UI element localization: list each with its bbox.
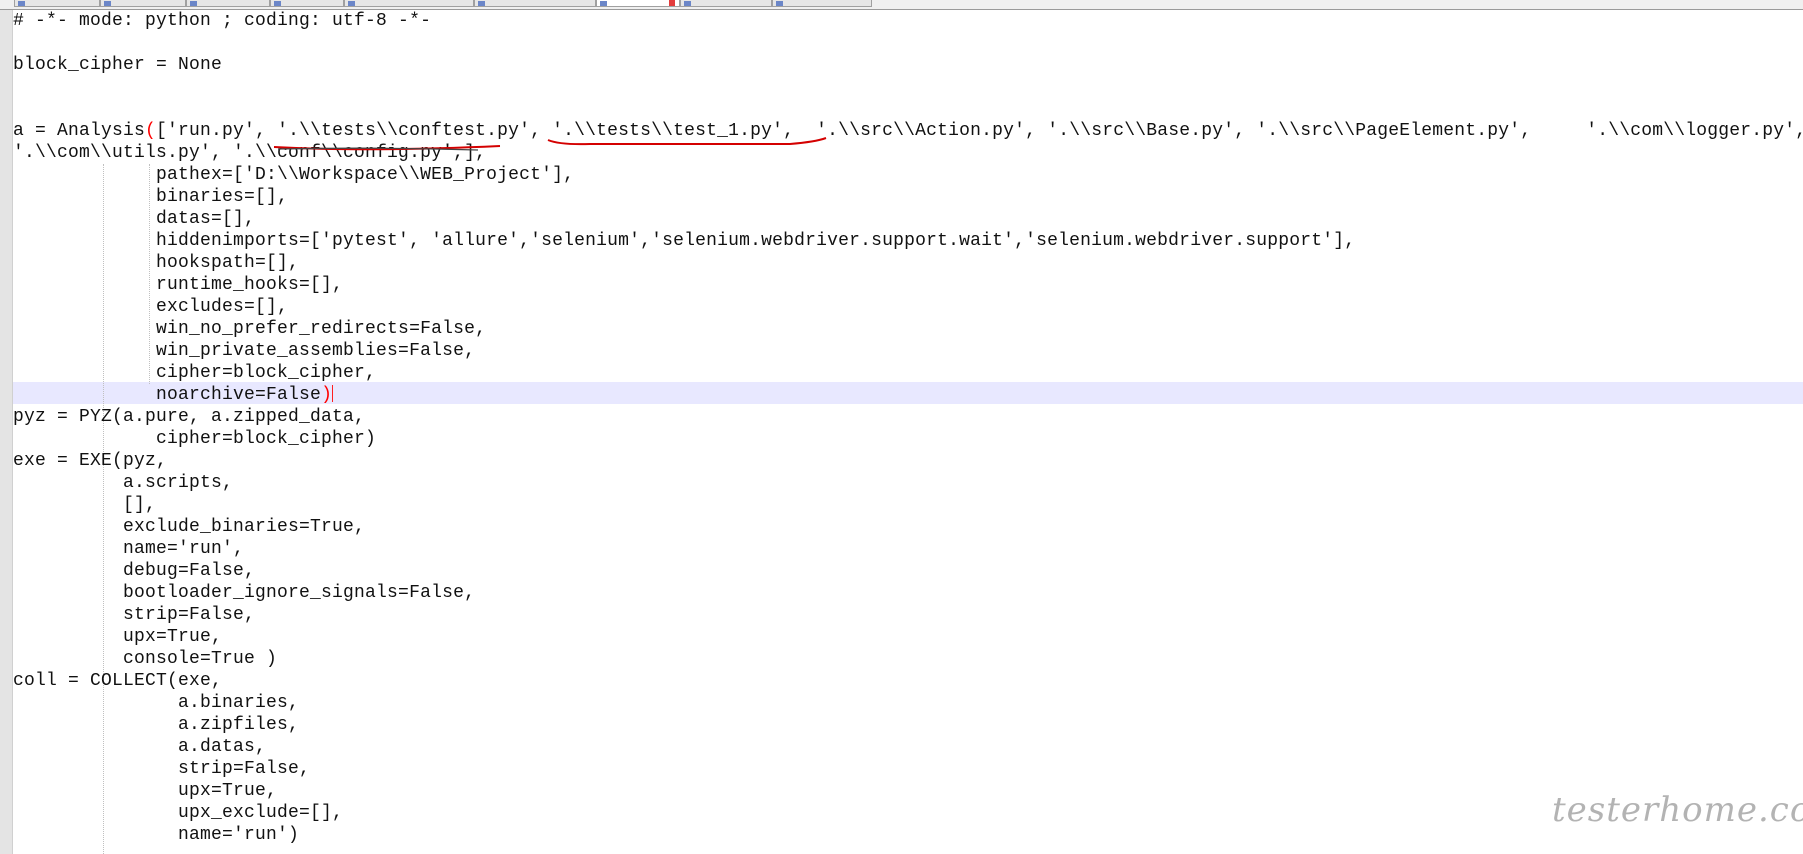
file-icon	[18, 1, 25, 6]
underline-test-1	[547, 137, 827, 146]
file-tab[interactable]	[344, 0, 474, 7]
file-tab[interactable]	[186, 0, 270, 7]
file-icon	[600, 1, 607, 6]
file-tab-active[interactable]	[596, 0, 680, 7]
file-tab[interactable]	[680, 0, 772, 7]
file-tab[interactable]	[100, 0, 186, 7]
file-icon	[104, 1, 111, 6]
file-icon	[776, 1, 783, 6]
watermark: testerhome.com	[1552, 790, 1803, 830]
file-tab[interactable]	[14, 0, 100, 7]
file-icon	[274, 1, 281, 6]
file-icon	[348, 1, 355, 6]
file-tab[interactable]	[474, 0, 596, 7]
file-icon	[478, 1, 485, 6]
modified-file-icon	[669, 0, 675, 6]
file-tab[interactable]	[772, 0, 872, 7]
file-icon	[190, 1, 197, 6]
file-tab-bar	[0, 0, 1803, 10]
file-icon	[684, 1, 691, 6]
red-annotation-underlines	[273, 137, 827, 151]
file-tab[interactable]	[270, 0, 344, 7]
